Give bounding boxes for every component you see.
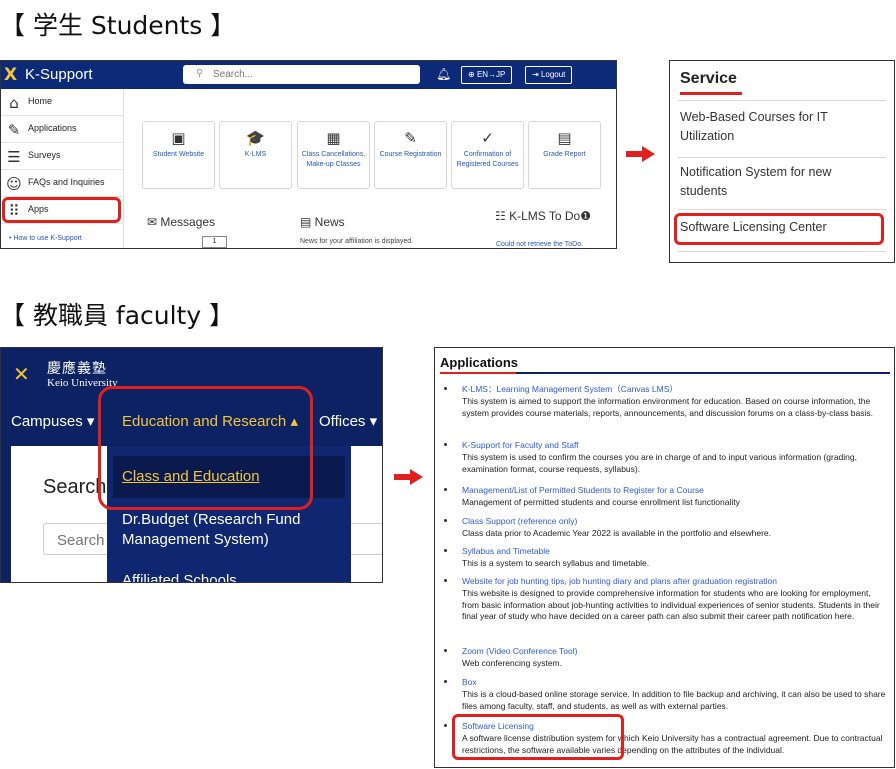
highlight-software-licensing <box>452 714 624 760</box>
divider <box>678 209 886 210</box>
app-link-k-support-faculty[interactable]: K-Support for Faculty and Staff <box>462 440 579 451</box>
app-description: Management of permitted students and cou… <box>462 497 740 507</box>
edit-document-icon: ✎ <box>7 121 21 139</box>
newspaper-icon: ▤ <box>300 215 315 229</box>
keio-pen-logo-icon: ✕ <box>13 362 30 386</box>
app-link-job-hunting[interactable]: Website for job hunting tips, job huntin… <box>462 576 777 587</box>
app-description: Web conferencing system. <box>462 658 562 668</box>
arrow-right-icon <box>626 146 656 162</box>
checklist-icon: ☰ <box>7 148 21 166</box>
keio-logo-japanese[interactable]: 慶應義塾 <box>47 358 107 378</box>
tile-student-website[interactable]: ▣ Student Website <box>142 121 215 189</box>
language-toggle-button[interactable]: ⊕ EN→JP <box>461 66 513 84</box>
tile-class-cancellations[interactable]: ▦ Class Cancellations, Make-up Classes <box>297 121 370 189</box>
dropdown-item-dr-budget[interactable]: Dr.Budget (Research Fund Management Syst… <box>122 510 342 550</box>
logout-button[interactable]: ⇥ Logout <box>525 66 573 84</box>
service-item-web-based-courses[interactable]: Web-Based Courses for IT Utilization <box>680 108 880 146</box>
app-description: This system is used to confirm the cours… <box>462 452 857 474</box>
dropdown-item-affiliated-schools[interactable]: Affiliated Schools <box>122 571 237 582</box>
app-link-zoom[interactable]: Zoom (Video Conference Tool) <box>462 646 577 657</box>
app-link-permitted-students[interactable]: Management/List of Permitted Students to… <box>462 485 704 496</box>
service-title: Service <box>680 70 737 87</box>
highlight-apps <box>2 197 121 223</box>
app-description: This is a cloud-based online storage ser… <box>462 689 886 711</box>
arrow-right-icon <box>394 469 424 485</box>
pencil-sparkle-icon: ✎ <box>404 129 417 147</box>
monitor-icon: ▣ <box>171 129 186 147</box>
sidebar-item-applications[interactable]: ✎ Applications <box>1 116 124 143</box>
faculty-section-title: 【 教職員 faculty 】 <box>0 301 235 330</box>
tile-confirmation-of-registered-courses[interactable]: ✓ Confirmation of Registered Courses <box>451 121 524 189</box>
todo-note: Could not retrieve the ToDo. <box>496 241 584 248</box>
nav-offices[interactable]: Offices ▾ <box>319 412 377 430</box>
help-person-icon: ☺ <box>6 175 22 193</box>
calendar-icon: ▦ <box>326 129 341 147</box>
checkmark-icon: ✓ <box>481 129 494 147</box>
ksupport-logo-icon: X <box>4 65 18 85</box>
app-link-box[interactable]: Box <box>462 677 477 688</box>
tile-grade-report[interactable]: ▤ Grade Report <box>528 121 601 189</box>
clipboard-icon: ▤ <box>557 129 572 147</box>
search-heading: Search <box>43 476 107 498</box>
divider <box>678 100 886 101</box>
sidebar-item-surveys[interactable]: ☰ Surveys <box>1 143 124 170</box>
highlight-education-menu <box>98 386 313 510</box>
ksupport-search-input[interactable] <box>213 67 413 82</box>
bell-icon[interactable]: 🔔︎ <box>436 67 451 81</box>
students-section-title: 【 学生 Students 】 <box>0 11 236 40</box>
klms-todo-heading[interactable]: ☷ K-LMS To Do❶ <box>495 209 591 223</box>
service-title-underline <box>680 92 742 95</box>
nav-campuses[interactable]: Campuses ▾ <box>11 412 94 430</box>
sidebar-item-home[interactable]: ⌂ Home <box>1 89 124 116</box>
highlight-software-licensing-center <box>674 213 884 245</box>
globe-icon: ⊕ <box>468 70 477 79</box>
ksupport-logo-text[interactable]: K-Support <box>25 66 93 83</box>
app-link-k-lms[interactable]: K-LMS：Learning Management System（Canvas … <box>462 384 678 395</box>
applications-panel: Applications K-LMS：Learning Management S… <box>434 347 895 768</box>
search-icon: ⚲ <box>196 68 204 79</box>
tile-k-lms[interactable]: 🎓 K-LMS <box>219 121 292 189</box>
app-link-class-support[interactable]: Class Support (reference only) <box>462 516 577 527</box>
logout-icon: ⇥ <box>532 70 541 79</box>
app-description: Class data prior to Academic Year 2022 i… <box>462 528 772 538</box>
app-link-syllabus-timetable[interactable]: Syllabus and Timetable <box>462 546 550 557</box>
news-heading[interactable]: ▤ News <box>300 215 345 229</box>
graduation-cap-icon: 🎓 <box>246 129 265 147</box>
messages-heading[interactable]: ✉ Messages <box>147 215 215 229</box>
todo-list-icon: ☷ <box>495 209 510 223</box>
applications-title: Applications <box>440 355 519 370</box>
home-icon: ⌂ <box>9 94 19 112</box>
tile-course-registration[interactable]: ✎ Course Registration <box>374 121 447 189</box>
service-item-notification-system[interactable]: Notification System for new students <box>680 163 880 201</box>
app-description: This system is aimed to support the info… <box>462 396 874 418</box>
info-icon: ❶ <box>580 209 591 223</box>
sidebar-item-faqs[interactable]: ☺ FAQs and Inquiries <box>1 170 124 197</box>
envelope-icon: ✉ <box>147 215 161 229</box>
app-description: This is a system to search syllabus and … <box>462 558 650 568</box>
ksupport-header: X K-Support ⚲ 🔔︎ ⊕ EN→JP ⇥ Logout <box>1 61 616 89</box>
how-to-use-link[interactable]: • How to use K-Support <box>9 235 82 242</box>
ksupport-sidebar: ⌂ Home ✎ Applications ☰ Surveys ☺ FAQs a… <box>1 89 124 248</box>
ksupport-search-box[interactable]: ⚲ <box>183 65 420 84</box>
divider <box>678 251 886 252</box>
messages-count-badge[interactable]: 1 <box>202 236 227 248</box>
app-description: This website is designed to provide comp… <box>462 588 880 622</box>
news-note: News for your affiliation is displayed. <box>300 238 414 245</box>
applications-title-underline <box>440 372 516 374</box>
divider <box>678 157 886 158</box>
